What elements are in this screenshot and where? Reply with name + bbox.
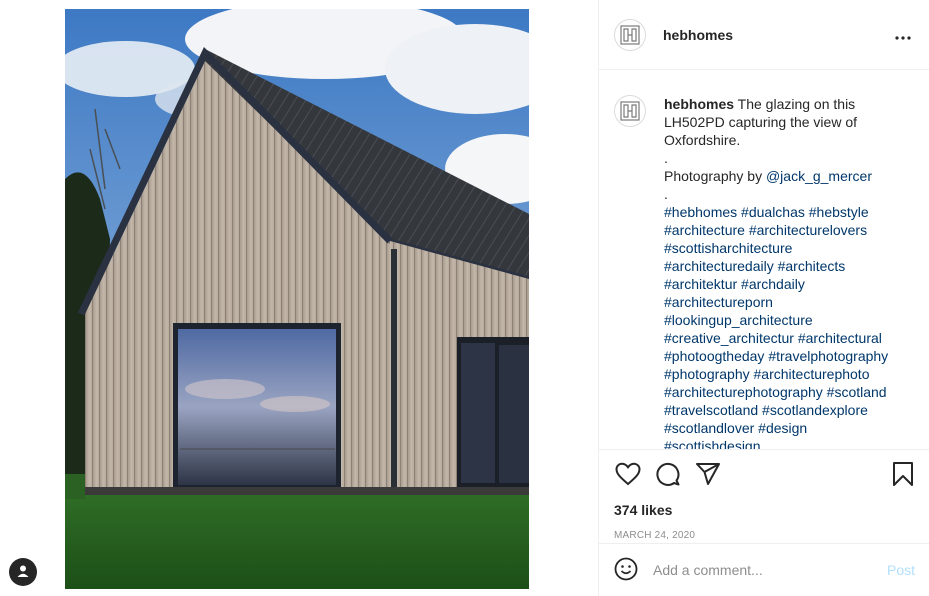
hebhomes-logo <box>620 24 640 45</box>
hashtag-line[interactable]: #scottishdesign <box>664 437 904 449</box>
heart-icon <box>615 462 641 489</box>
user-silhouette-icon <box>16 564 30 581</box>
hashtag-line[interactable]: #photoogtheday #travelphotography <box>664 347 904 365</box>
comments-area[interactable]: hebhomes The glazing on this LH502PD cap… <box>599 71 929 449</box>
caption-line: . <box>664 150 668 166</box>
post-actions: 374 likes MARCH 24, 2020 <box>599 449 929 543</box>
emoji-icon <box>614 557 638 584</box>
like-button[interactable] <box>614 461 642 489</box>
likes-count[interactable]: 374 likes <box>614 502 913 518</box>
caption-line: LH502PD capturing the view of <box>664 114 857 130</box>
save-button[interactable] <box>889 461 917 489</box>
avatar[interactable] <box>614 18 646 51</box>
more-options-icon <box>895 27 911 43</box>
hashtag-line[interactable]: #scottisharchitecture <box>664 239 904 257</box>
caption-line: Photography by @jack_g_mercer <box>664 167 904 185</box>
hebhomes-logo <box>620 101 640 121</box>
comment-button[interactable] <box>654 461 682 489</box>
action-icons-row <box>614 450 913 500</box>
share-button[interactable] <box>694 461 722 489</box>
header-username[interactable]: hebhomes <box>663 27 733 43</box>
hashtag-line[interactable]: #architecturephotography #scotland <box>664 383 904 401</box>
caption-line: Oxfordshire. <box>664 132 741 148</box>
hashtag-line[interactable]: #creative_architectur #architectural <box>664 329 904 347</box>
hashtag-line[interactable]: #lookingup_architecture <box>664 311 904 329</box>
hashtag-line[interactable]: #architecturedaily #architects <box>664 257 904 275</box>
caption-avatar[interactable] <box>614 95 646 127</box>
post-header: hebhomes <box>599 0 929 70</box>
hashtag-line[interactable]: #hebhomes #dualchas #hebstyle <box>664 203 904 221</box>
speech-bubble-icon <box>655 461 681 490</box>
post-sidebar: hebhomes hebhomes The glazing on this LH… <box>598 0 929 596</box>
caption-text: hebhomes The glazing on this LH502PD cap… <box>664 95 904 449</box>
caption: hebhomes The glazing on this LH502PD cap… <box>614 95 913 449</box>
bookmark-icon <box>892 461 914 490</box>
caption-line: hebhomes The glazing on this <box>664 95 904 113</box>
comment-input[interactable] <box>653 562 863 578</box>
post-photo[interactable] <box>65 9 529 589</box>
hashtag-line[interactable]: #architectureporn <box>664 293 904 311</box>
hashtag-line[interactable]: #scotlandlover #design <box>664 419 904 437</box>
caption-username[interactable]: hebhomes <box>664 96 734 112</box>
post-comment-button[interactable]: Post <box>887 562 915 578</box>
paper-plane-icon <box>695 462 721 489</box>
caption-line-text: Photography by <box>664 168 763 184</box>
caption-line: . <box>664 186 668 202</box>
profile-button[interactable] <box>9 558 37 586</box>
hashtag-line[interactable]: #architecture #architecturelovers <box>664 221 904 239</box>
hashtag-line[interactable]: #photography #architecturephoto <box>664 365 904 383</box>
hashtag-line[interactable]: #architektur #archdaily <box>664 275 904 293</box>
caption-line-text: The glazing on this <box>737 96 856 112</box>
media-area <box>0 0 598 596</box>
add-comment-bar: Post <box>599 543 929 596</box>
emoji-button[interactable] <box>614 557 638 584</box>
photographer-mention-link[interactable]: @jack_g_mercer <box>766 168 872 184</box>
hashtag-line[interactable]: #travelscotland #scotlandexplore <box>664 401 904 419</box>
more-options-button[interactable] <box>891 23 915 47</box>
post-date[interactable]: MARCH 24, 2020 <box>614 530 913 541</box>
